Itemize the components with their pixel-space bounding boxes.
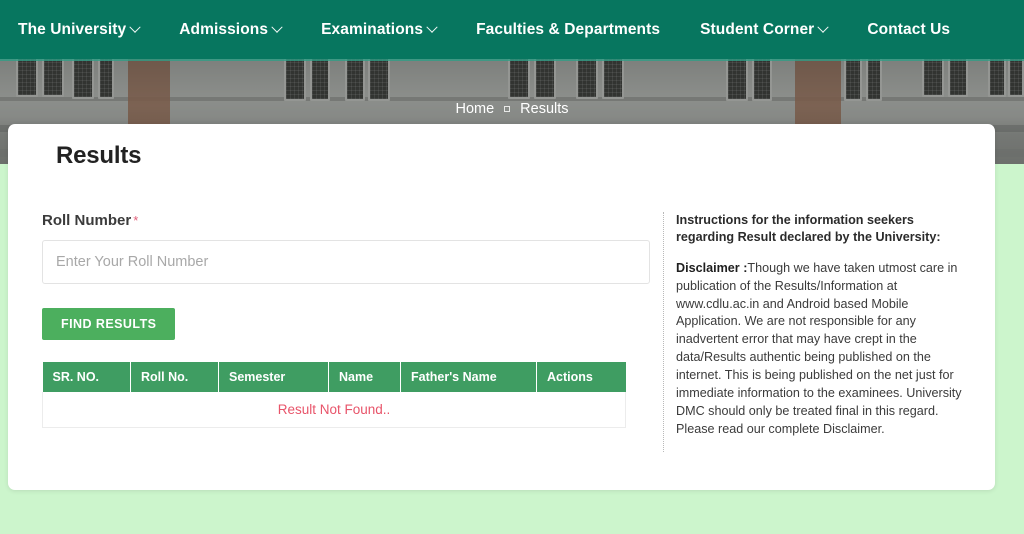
disclaimer-label: Disclaimer : [676, 260, 748, 275]
results-table: SR. NO. Roll No. Semester Name Father's … [42, 362, 626, 428]
empty-state-message: Result Not Found.. [42, 392, 626, 428]
disclaimer-text: Though we have taken utmost care in publ… [676, 260, 962, 436]
table-header-row: SR. NO. Roll No. Semester Name Father's … [42, 362, 626, 392]
disclaimer-paragraph: Disclaimer :Though we have taken utmost … [676, 260, 964, 439]
column-header-semester: Semester [218, 362, 329, 392]
roll-number-input[interactable] [42, 240, 650, 284]
results-table-header: SR. NO. Roll No. Semester Name Father's … [42, 362, 626, 392]
nav-item-label: Admissions [179, 20, 269, 38]
square-separator-icon [504, 105, 511, 112]
instructions-heading: Instructions for the information seekers… [676, 213, 941, 245]
chevron-down-icon [129, 21, 141, 33]
column-header-sr-no: SR. NO. [42, 362, 131, 392]
roll-number-label: Roll Number * [42, 212, 654, 229]
roll-number-label-text: Roll Number [42, 212, 132, 229]
nav-item-the-university[interactable]: The University [18, 20, 141, 39]
required-marker: * [133, 213, 139, 228]
results-card: Results Roll Number* FIND RESULTS SR. NO… [8, 124, 995, 490]
nav-item-faculties-departments[interactable]: Faculties & Departments [476, 21, 660, 39]
results-table-body: Result Not Found.. [42, 392, 626, 428]
column-header-roll-no: Roll No. [130, 362, 219, 392]
find-results-button[interactable]: FIND RESULTS [42, 308, 176, 340]
results-search-form: Roll Number* FIND RESULTS SR. NO. Roll N… [42, 212, 654, 428]
nav-item-label: Contact Us [867, 20, 951, 38]
nav-item-admissions[interactable]: Admissions [179, 20, 283, 39]
breadcrumb-current: Results [520, 100, 569, 117]
table-row-empty: Result Not Found.. [42, 392, 626, 428]
chevron-down-icon [271, 21, 283, 33]
nav-item-label: Student Corner [700, 20, 815, 38]
nav-item-student-corner[interactable]: Student Corner [700, 20, 829, 39]
column-divider [663, 212, 664, 452]
nav-item-examinations[interactable]: Examinations [321, 20, 438, 39]
chevron-down-icon [426, 21, 438, 33]
column-header-name: Name [328, 362, 401, 392]
column-header-fathers-name: Father's Name [400, 362, 537, 392]
column-header-actions: Actions [536, 362, 626, 392]
chevron-down-icon [817, 21, 829, 33]
instructions-panel: Instructions for the information seekers… [676, 212, 964, 439]
nav-item-contact-us[interactable]: Contact Us [867, 21, 950, 39]
page-title: Results [56, 142, 142, 169]
nav-item-label: Examinations [321, 20, 424, 38]
nav-item-label: The University [18, 20, 127, 38]
main-navigation: The University Admissions Examinations F… [0, 0, 1024, 59]
breadcrumb-home-link[interactable]: Home [455, 101, 494, 117]
nav-item-label: Faculties & Departments [476, 20, 661, 38]
